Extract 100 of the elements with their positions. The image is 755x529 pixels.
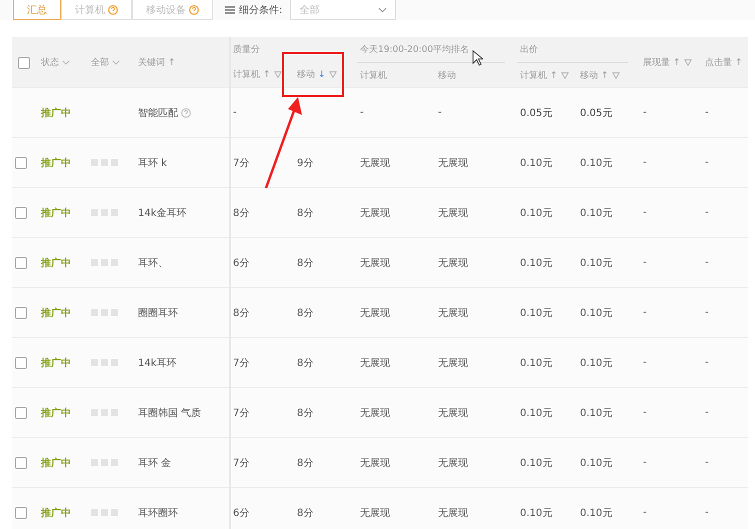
checkbox[interactable] (15, 256, 27, 268)
filter-icon[interactable] (612, 72, 620, 80)
table-cell: - (643, 357, 647, 368)
checkbox[interactable] (15, 206, 27, 218)
table-cell: - (438, 107, 442, 118)
column-header[interactable]: 状态 (41, 56, 59, 69)
table-cell-text: 无展现 (360, 256, 390, 270)
list-icon (225, 6, 235, 14)
highlight-box (282, 52, 344, 97)
table-cell: - (643, 107, 647, 118)
status-text: 推广中 (41, 256, 71, 270)
table-cell: - (643, 507, 647, 518)
table-cell: - (360, 107, 364, 118)
keyword-text: 耳环、 (138, 256, 168, 270)
sort-arrow[interactable]: ↑ (673, 58, 681, 68)
table-cell-text: 无展现 (438, 406, 468, 420)
chevron-icon[interactable] (62, 60, 70, 65)
table-cell-text: 0.10元 (580, 206, 612, 220)
column-header[interactable]: 计算机 (520, 69, 547, 82)
table-cell-text: 无展现 (360, 406, 390, 420)
sort-arrow[interactable]: ↓ (318, 70, 326, 80)
table-cell: - (643, 407, 647, 418)
checkbox[interactable] (15, 456, 27, 468)
filter-icon[interactable] (274, 70, 282, 78)
column-header[interactable]: 关键词 (138, 56, 165, 69)
table-cell-text: 8分 (233, 306, 250, 320)
status-text: 推广中 (41, 106, 71, 120)
keyword-text: 14k耳环 (138, 356, 177, 370)
table-cell-text: 8分 (297, 306, 314, 320)
column-header[interactable]: 展现量 (643, 56, 670, 69)
table-cell-text: 无展现 (360, 156, 390, 170)
table-cell-text: 无展现 (360, 506, 390, 520)
table-cell-text: 8分 (297, 456, 314, 470)
column-header[interactable]: 移动 (438, 69, 456, 82)
checkbox[interactable] (18, 56, 30, 68)
table-cell-text: 无展现 (438, 256, 468, 270)
table-cell-text: 无展现 (438, 306, 468, 320)
chevron-icon[interactable] (112, 60, 120, 65)
checkbox[interactable] (15, 506, 27, 518)
table-cell-text: 无展现 (438, 206, 468, 220)
table-cell-text: 0.10元 (580, 306, 612, 320)
table-cell: - (643, 157, 647, 168)
status-text: 推广中 (41, 356, 71, 370)
sort-arrow[interactable]: ↑ (735, 58, 743, 68)
checkbox[interactable] (15, 406, 27, 418)
table-cell-text: 8分 (297, 406, 314, 420)
table-cell-text: 6分 (233, 256, 250, 270)
table-cell-text: 无展现 (438, 506, 468, 520)
table-cell-text: 8分 (297, 356, 314, 370)
checkbox[interactable] (15, 306, 27, 318)
filter-icon[interactable] (328, 70, 337, 78)
column-header[interactable]: 点击量 (705, 56, 732, 69)
group-header: 今天19:00-20:00平均排名 (360, 44, 470, 56)
status-text: 推广中 (41, 456, 71, 470)
table-cell-text: 0.10元 (580, 256, 612, 270)
table-cell-text: 0.10元 (520, 206, 552, 220)
filter-select[interactable]: 全部 (290, 0, 396, 20)
table-cell-text: 7分 (233, 356, 250, 370)
sort-arrow[interactable]: ↑ (263, 70, 271, 80)
table-cell-text: 8分 (297, 256, 314, 270)
table-cell: - (705, 457, 709, 468)
status-text: 推广中 (41, 506, 71, 520)
column-header[interactable]: 计算机 (360, 69, 387, 82)
column-header[interactable]: 移动 (580, 69, 598, 82)
table-cell-text: 0.10元 (520, 156, 552, 170)
sort-arrow[interactable]: ↑ (168, 58, 176, 68)
filter-label: 细分条件: (239, 4, 282, 17)
table-cell: - (643, 457, 647, 468)
checkbox[interactable] (15, 156, 27, 168)
checkbox[interactable] (15, 356, 27, 368)
chevron-icon (378, 6, 388, 12)
status-text: 推广中 (41, 206, 71, 220)
table-cell-text: 9分 (297, 156, 314, 170)
column-header[interactable]: 全部 (91, 56, 109, 69)
table-cell: - (705, 307, 709, 318)
sort-arrow[interactable]: ↑ (550, 70, 558, 80)
table-cell: - (643, 207, 647, 218)
cursor-icon (472, 50, 483, 66)
table-cell-text: 7分 (233, 406, 250, 420)
table-cell-text: 7分 (233, 156, 250, 170)
status-text: 推广中 (41, 406, 71, 420)
filter-icon[interactable] (684, 58, 692, 66)
help-icon (181, 108, 191, 118)
table-cell-text: 0.10元 (520, 456, 552, 470)
tab[interactable]: 移动设备 (132, 0, 213, 20)
table-cell-text: 0.10元 (580, 456, 612, 470)
status-text: 推广中 (41, 156, 71, 170)
tab[interactable]: 计算机 (61, 0, 132, 20)
column-header[interactable]: 移动 (297, 68, 315, 81)
tab[interactable]: 汇总 (13, 0, 61, 20)
filter-icon[interactable] (560, 72, 569, 80)
table-cell: - (705, 257, 709, 268)
table-cell-text: 8分 (233, 206, 250, 220)
table-cell-text: 无展现 (360, 306, 390, 320)
table-cell-text: 无展现 (360, 356, 390, 370)
column-header[interactable]: 计算机 (233, 68, 260, 81)
table-cell-text: 0.10元 (520, 256, 552, 270)
keyword-text: 圈圈耳环 (138, 306, 178, 320)
keyword-text: 14k金耳环 (138, 206, 187, 220)
sort-arrow[interactable]: ↑ (601, 70, 609, 80)
